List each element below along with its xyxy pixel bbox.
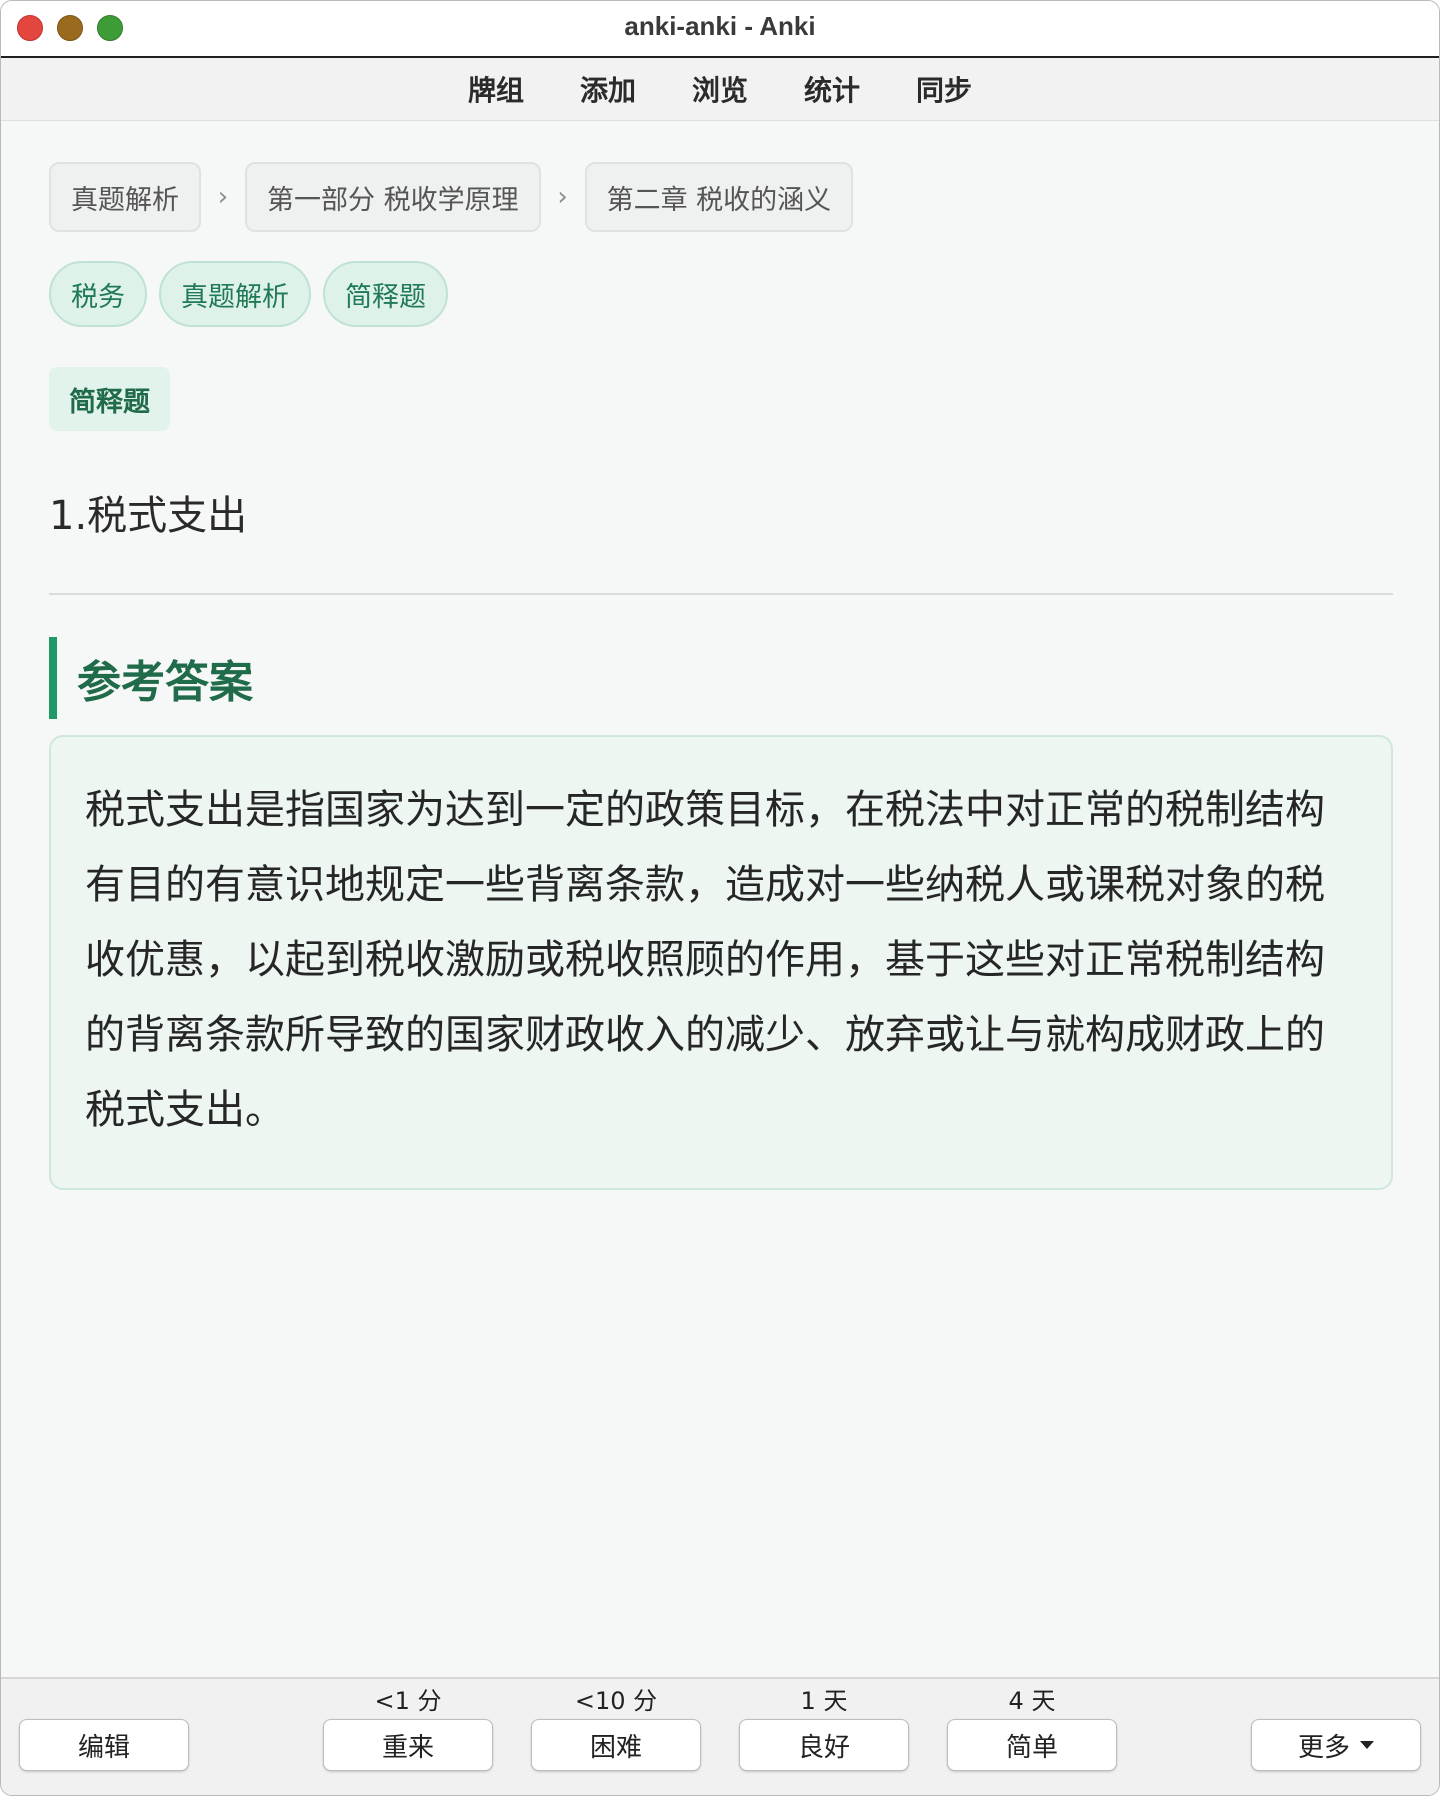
more-button-label: 更多 — [1297, 1732, 1350, 1763]
easy-interval: 4 天 — [1008, 1687, 1056, 1715]
again-button[interactable]: 重来 — [323, 1719, 493, 1771]
answer-text: 税式支出是指国家为达到一定的政策目标，在税法中对正常的税制结构有目的有意识地规定… — [85, 787, 1325, 1133]
more-button[interactable]: 更多 — [1251, 1719, 1421, 1771]
question-text: 1.税式支出 — [49, 493, 248, 539]
breadcrumb: 真题解析 › 第一部分 税收学原理 › 第二章 税收的涵义 — [49, 161, 1393, 233]
tag-list: 税务 真题解析 简释题 — [49, 261, 1393, 327]
card-content: 真题解析 › 第一部分 税收学原理 › 第二章 税收的涵义 税务 真题解析 简释… — [49, 161, 1393, 1190]
question-type-badge: 简释题 — [49, 367, 170, 431]
caret-down-icon — [1360, 1741, 1374, 1749]
answer-heading: 参考答案 — [49, 637, 1393, 719]
menu-add[interactable]: 添加 — [552, 69, 664, 109]
top-menu: 牌组 添加 浏览 统计 同步 — [1, 58, 1439, 121]
review-bottom-bar: 编辑 <1 分 重来 <10 分 困难 1 天 良好 4 天 简单 更多 — [1, 1677, 1439, 1795]
again-interval: <1 分 — [374, 1687, 442, 1715]
breadcrumb-separator: › — [217, 182, 229, 212]
menu-decks[interactable]: 牌组 — [440, 69, 552, 109]
window-title: anki-anki - Anki — [624, 11, 816, 41]
menu-stats[interactable]: 统计 — [776, 69, 888, 109]
answer-divider — [49, 593, 1393, 595]
breadcrumb-item: 真题解析 — [49, 162, 201, 232]
answer-box: 税式支出是指国家为达到一定的政策目标，在税法中对正常的税制结构有目的有意识地规定… — [49, 735, 1393, 1190]
menu-sync[interactable]: 同步 — [888, 69, 1000, 109]
edit-button[interactable]: 编辑 — [19, 1719, 189, 1771]
breadcrumb-separator: › — [557, 182, 568, 212]
hard-button[interactable]: 困难 — [531, 1719, 701, 1771]
tag-pill: 真题解析 — [159, 261, 311, 327]
tag-pill: 税务 — [49, 261, 147, 327]
hard-interval: <10 分 — [574, 1687, 658, 1715]
easy-button[interactable]: 简单 — [947, 1719, 1117, 1771]
anki-window: anki-anki - Anki 牌组 添加 浏览 统计 同步 真题解析 › 第… — [0, 0, 1440, 1796]
good-interval: 1 天 — [800, 1687, 848, 1715]
tag-pill: 简释题 — [323, 261, 448, 327]
good-button[interactable]: 良好 — [739, 1719, 909, 1771]
title-bar: anki-anki - Anki — [1, 1, 1439, 58]
breadcrumb-item: 第一部分 税收学原理 — [245, 162, 541, 232]
menu-browse[interactable]: 浏览 — [664, 69, 776, 109]
breadcrumb-item: 第二章 税收的涵义 — [584, 162, 854, 232]
